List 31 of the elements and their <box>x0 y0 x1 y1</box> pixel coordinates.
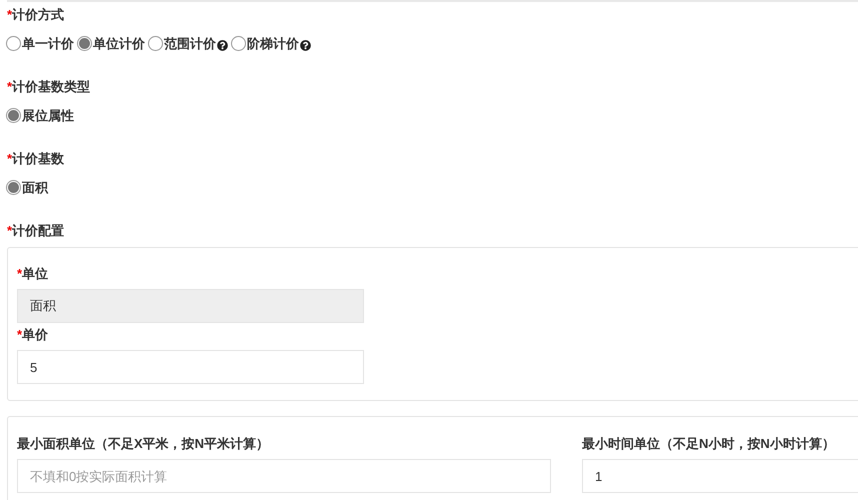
radio-option[interactable]: 单一计价 <box>6 35 74 53</box>
required-mark: * <box>17 266 22 282</box>
field-label: *计价方式 <box>7 7 66 23</box>
radio-button[interactable] <box>231 36 246 51</box>
radio-option[interactable]: 面积 <box>6 179 48 197</box>
radio-option[interactable]: 单位计价 <box>77 35 145 53</box>
radio-button[interactable] <box>6 180 21 195</box>
required-mark: * <box>17 327 22 343</box>
radio-option[interactable]: 范围计价 <box>148 35 228 53</box>
field-label: *计价基数类型 <box>7 79 92 95</box>
radio-button[interactable] <box>6 108 21 123</box>
field-label: *单价 <box>17 327 50 343</box>
field-label: *单位 <box>17 266 50 282</box>
input-field[interactable]: 不填和0按实际面积计算 <box>17 459 551 493</box>
help-icon[interactable] <box>300 40 311 51</box>
field-label: *计价基数 <box>7 151 66 167</box>
radio-option[interactable]: 阶梯计价 <box>231 35 311 53</box>
required-mark: * <box>7 223 12 239</box>
input-field[interactable]: 1 <box>582 459 858 493</box>
field-label: 最小时间单位（不足N小时，按N小时计算） <box>582 436 836 452</box>
radio-option[interactable]: 展位属性 <box>6 107 74 125</box>
field-label: *计价配置 <box>7 223 66 239</box>
radio-button[interactable] <box>77 36 92 51</box>
input-field[interactable]: 5 <box>17 350 364 384</box>
field-label: 最小面积单位（不足X平米，按N平米计算） <box>17 436 270 452</box>
required-mark: * <box>7 151 12 167</box>
required-mark: * <box>7 79 12 95</box>
required-mark: * <box>7 7 12 23</box>
radio-button[interactable] <box>148 36 163 51</box>
help-icon[interactable] <box>217 40 228 51</box>
radio-button[interactable] <box>6 36 21 51</box>
